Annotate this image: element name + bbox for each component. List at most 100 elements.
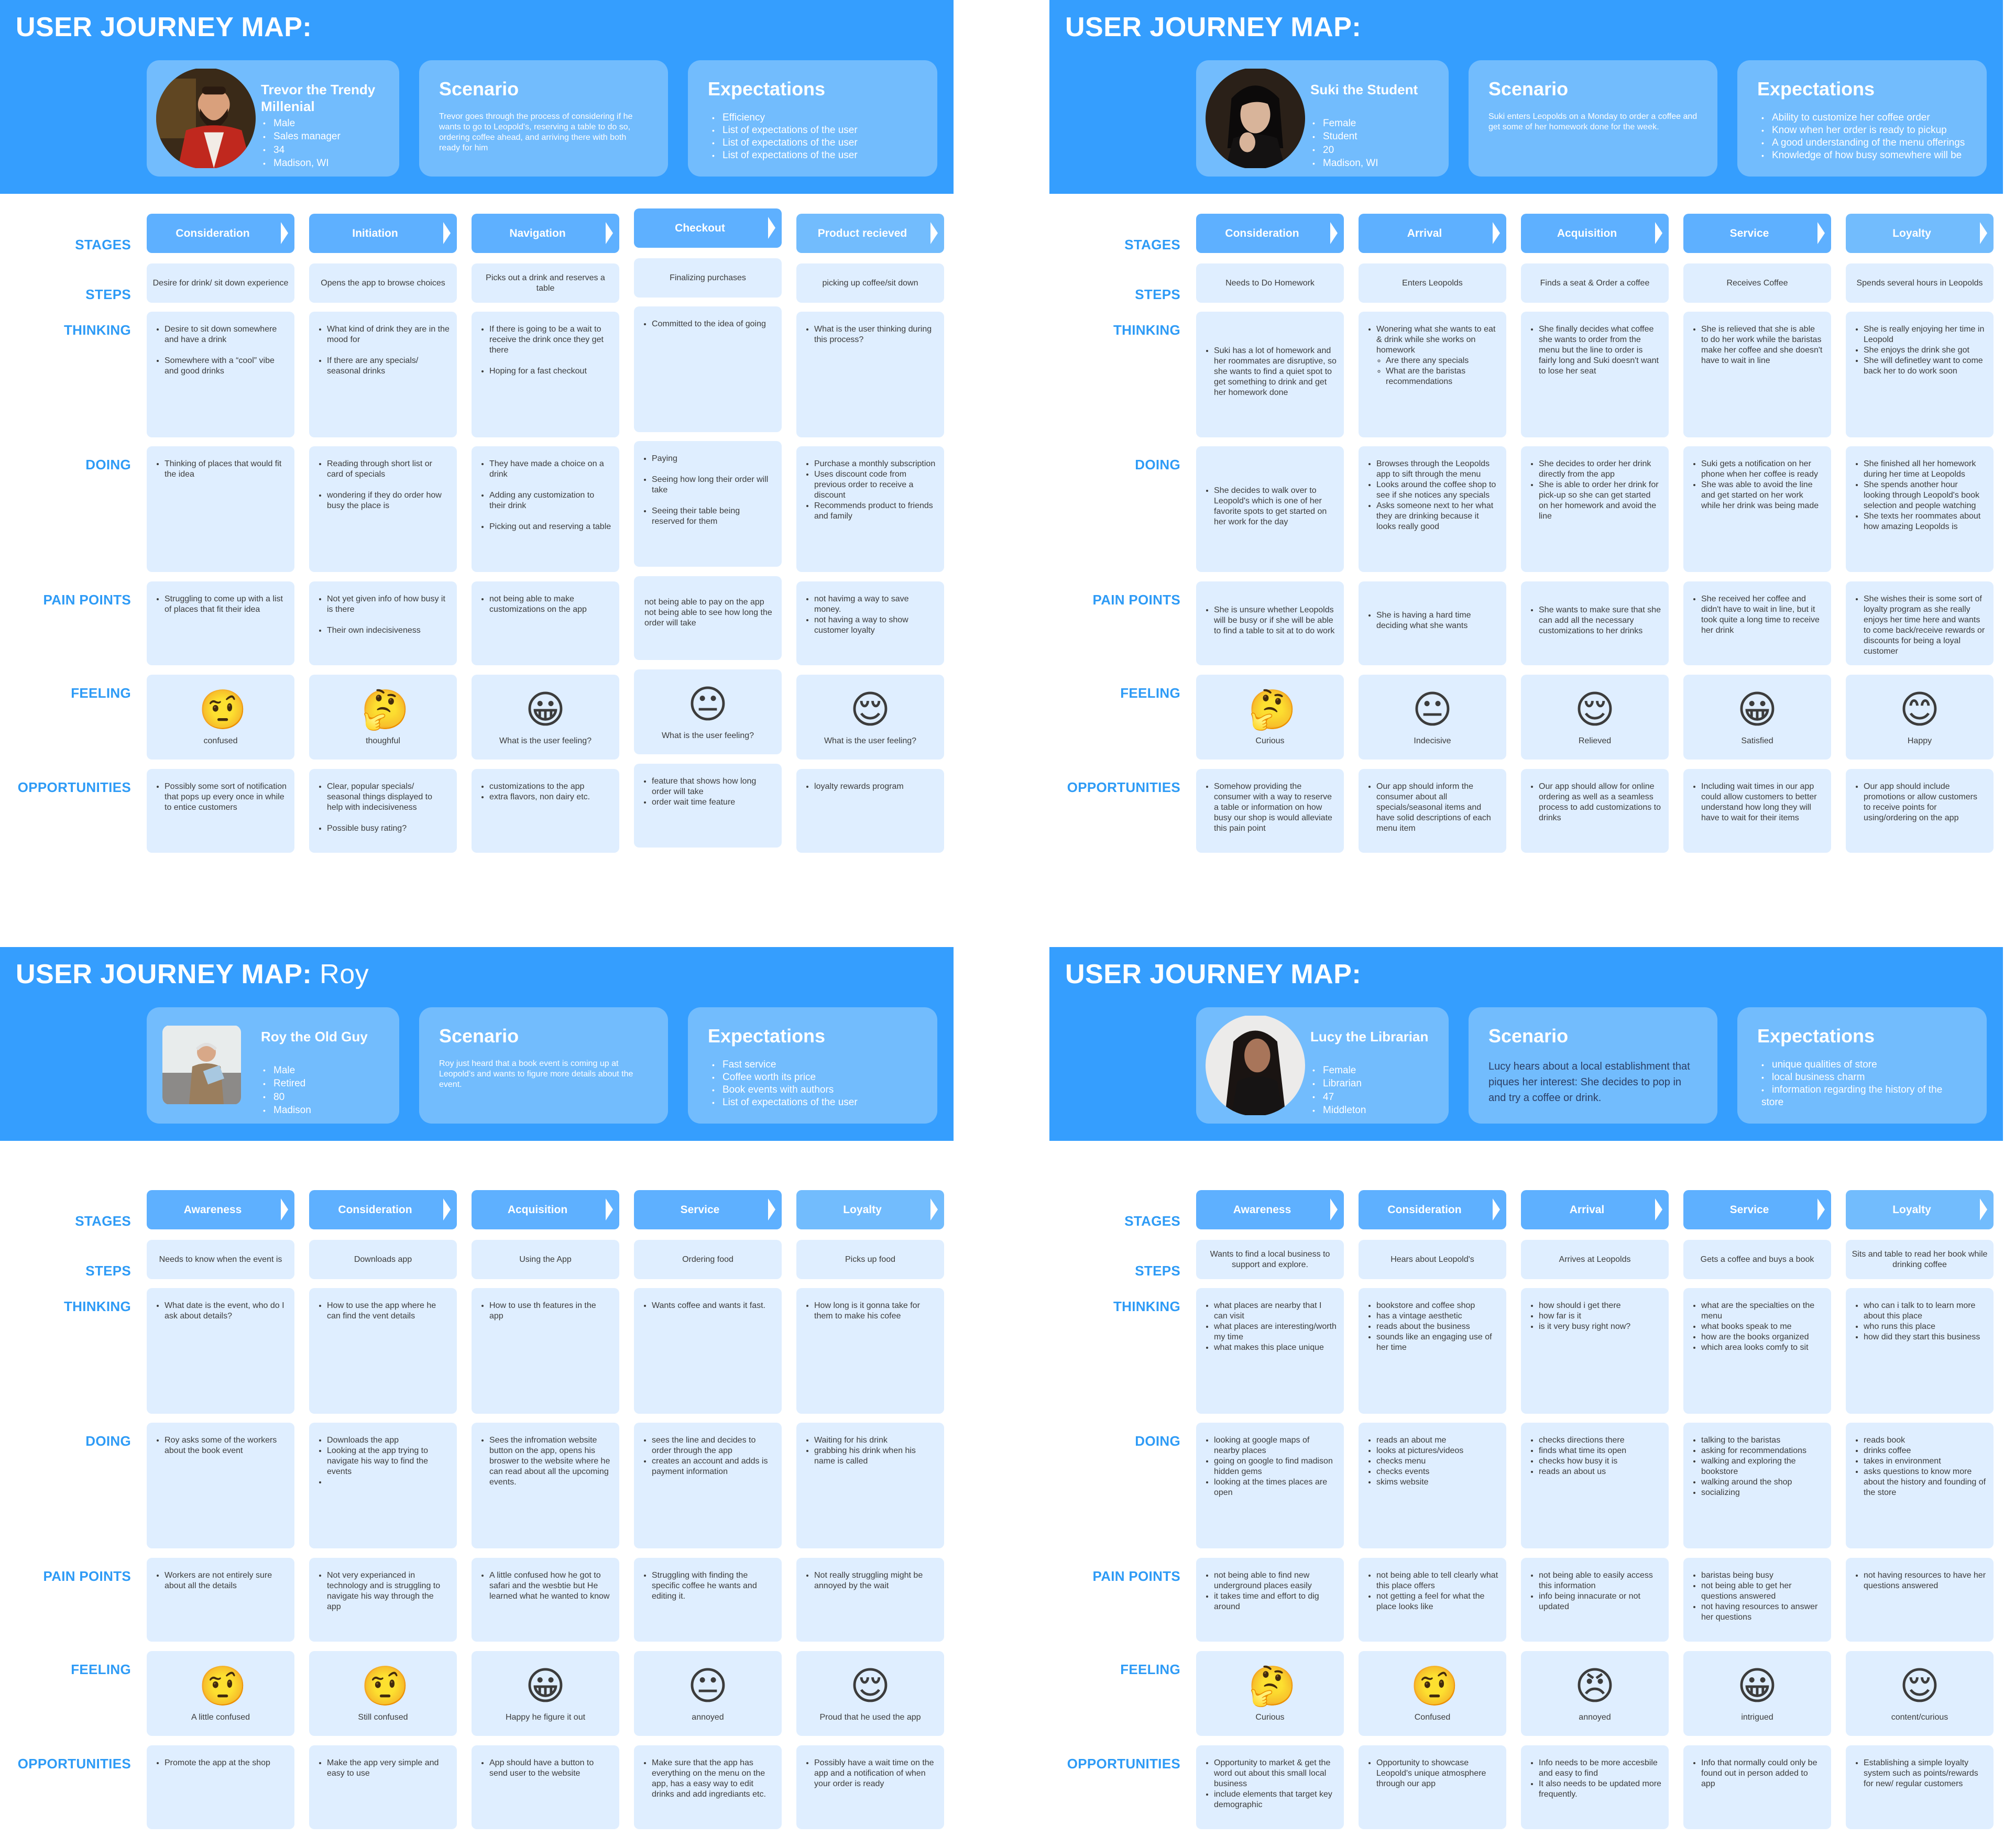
list-item: reads an about me [1376, 1435, 1499, 1446]
list-item: what makes this place unique [1214, 1343, 1337, 1353]
bullet-list: She wishes their is some sort of loyalty… [1846, 581, 1994, 662]
pain-point-cell: She is having a hard time deciding what … [1359, 581, 1506, 665]
doing-cell: sees the line and decides to order throu… [634, 1423, 782, 1548]
row-label-steps: STEPS [1135, 1263, 1180, 1279]
row-label-pain: PAIN POINTS [1092, 1568, 1180, 1584]
persona-name: Lucy the Librarian [1310, 1029, 1429, 1044]
row-label-stages: STAGES [75, 1213, 131, 1229]
bullet-list: checks directions therefinds what time i… [1521, 1423, 1669, 1482]
feeling-label: Indecisive [1414, 736, 1451, 745]
list-item: Struggling with finding the specific cof… [652, 1570, 774, 1602]
scenario-text: Roy just heard that a book event is comi… [439, 1059, 633, 1089]
chevron-right-icon [1655, 1198, 1662, 1220]
pain-point-line: not being able to pay on the app [644, 598, 764, 607]
pain-point-cell: not havimg a way to save money.not havin… [796, 581, 944, 665]
stage-button[interactable]: Service [634, 1190, 782, 1229]
list-item: checks how busy it is [1539, 1456, 1661, 1467]
persona-fact: Librarian [1312, 1077, 1366, 1090]
pain-point-cell: Not very experianced in technology and i… [309, 1558, 457, 1642]
persona-fact: 80 [263, 1091, 311, 1104]
chevron-right-icon [1980, 222, 1987, 244]
stage-button[interactable]: Loyalty [796, 1190, 944, 1229]
expectation-item: Book events with authors [712, 1084, 917, 1096]
list-item: how should i get there [1539, 1301, 1661, 1311]
list-item: A little confused how he got to safari a… [489, 1570, 612, 1602]
doing-cell: Roy asks some of the workers about the b… [147, 1423, 294, 1548]
list-item: Possibly have a wait time on the app and… [814, 1758, 937, 1789]
stage-button[interactable]: Arrival [1521, 1190, 1669, 1229]
list-item: wondering if they do order how busy the … [327, 490, 450, 511]
stage-button[interactable]: Acquisition [1521, 214, 1669, 253]
list-item: Not very experianced in technology and i… [327, 1570, 450, 1612]
step-cell: Needs to Do Homework [1196, 263, 1344, 303]
stage-label: Service [1729, 227, 1769, 239]
bullet-list: Committed to the idea of going [634, 306, 782, 335]
bullet-list: Not really struggling might be annoyed b… [796, 1558, 944, 1597]
stage-button[interactable]: Loyalty [1846, 1190, 1994, 1229]
list-item: looking at google maps of nearby places [1214, 1435, 1337, 1456]
stage-button[interactable]: Initiation [309, 214, 457, 253]
bullet-list: Roy asks some of the workers about the b… [147, 1423, 294, 1461]
stage-button[interactable]: Service [1683, 1190, 1831, 1229]
bullet-list: Info needs to be more accesbile and easy… [1521, 1745, 1669, 1805]
step-cell: Finalizing purchases [634, 258, 782, 298]
stage-button[interactable]: Awareness [1196, 1190, 1344, 1229]
list-item: She is able to order her drink for pick-… [1539, 480, 1661, 522]
stage-button[interactable]: Consideration [147, 214, 294, 253]
scenario-text: Suki enters Leopolds on a Monday to orde… [1488, 112, 1698, 131]
bullet-list: Wonering what she wants to eat & drink w… [1359, 312, 1506, 392]
stage-button[interactable]: Consideration [1196, 214, 1344, 253]
expectations-title: Expectations [1757, 78, 1875, 100]
bullet-list: She finally decides what coffee she want… [1521, 312, 1669, 382]
journey-map-suki: USER JOURNEY MAP: Suki the Student Female… [1049, 0, 2004, 901]
stage-button[interactable]: Checkout [634, 208, 782, 248]
list-item: has a vintage aesthetic [1376, 1311, 1499, 1322]
bullet-list: She wants to make sure that she can add … [1521, 605, 1669, 642]
list-item: Struggling to come up with a list of pla… [165, 594, 287, 615]
list-item: drinks coffee [1864, 1446, 1986, 1456]
list-item: Info that normally could only be found o… [1701, 1758, 1824, 1789]
stage-button[interactable]: Acquisition [472, 1190, 619, 1229]
stage-button[interactable]: Consideration [309, 1190, 457, 1229]
list-item: going on google to find madison hidden g… [1214, 1456, 1337, 1477]
list-item: how did they start this business [1864, 1332, 1986, 1343]
stage-label: Arrival [1407, 227, 1442, 239]
stage-button[interactable]: Arrival [1359, 214, 1506, 253]
stage-button[interactable]: Awareness [147, 1190, 294, 1229]
expectations-title: Expectations [708, 1025, 826, 1047]
feeling-label: thoughful [366, 736, 400, 745]
stage-button[interactable]: Product recieved [796, 214, 944, 253]
chevron-right-icon [1493, 1198, 1500, 1220]
list-item: Hoping for a fast checkout [489, 366, 612, 377]
stage-button[interactable]: Loyalty [1846, 214, 1994, 253]
list-item: creates an account and adds is payment i… [652, 1456, 774, 1477]
feeling-label: What is the user feeling? [661, 731, 754, 740]
list-item: Purchase a monthly subscription [814, 459, 937, 469]
list-item: It also needs to be updated more frequen… [1539, 1779, 1661, 1800]
row-label-thinking: THINKING [63, 1299, 131, 1314]
stage-label: Consideration [1387, 1203, 1462, 1216]
stage-button[interactable]: Service [1683, 214, 1831, 253]
list-item: Seeing how long their order will take [652, 475, 774, 496]
list-item: How long is it gonna take for them to ma… [814, 1301, 937, 1322]
bullet-list: Somehow providing the consumer with a wa… [1196, 769, 1344, 839]
persona-name: Roy the Old Guy [261, 1029, 368, 1044]
list-item: She decides to walk over to Leopold's wh… [1214, 486, 1337, 527]
expectations-list: Ability to customize her coffee orderKno… [1757, 112, 1967, 162]
expectation-item: Ability to customize her coffee order [1761, 112, 1967, 124]
doing-cell: Thinking of places that would fit the id… [147, 446, 294, 572]
feeling-label: Curious [1255, 1713, 1285, 1722]
map-title-text: USER JOURNEY MAP: [16, 12, 312, 42]
list-item: extra flavors, non dairy etc. [489, 792, 612, 802]
list-item: checks directions there [1539, 1435, 1661, 1446]
bullet-list: Possibly have a wait time on the app and… [796, 1745, 944, 1795]
opportunity-cell: Possibly some sort of notification that … [147, 769, 294, 853]
list-item: Our app should allow for online ordering… [1539, 782, 1661, 823]
sub-bullet-list: Are there any specialsWhat are the baris… [1376, 356, 1499, 387]
list-item: checks menu [1376, 1456, 1499, 1467]
persona-fact: Male [263, 1064, 311, 1077]
stage-button[interactable]: Navigation [472, 214, 619, 253]
stage-button[interactable]: Consideration [1359, 1190, 1506, 1229]
feeling-cell: 😐 Indecisive [1359, 675, 1506, 760]
list-item: Seeing their table being reserved for th… [652, 506, 774, 527]
